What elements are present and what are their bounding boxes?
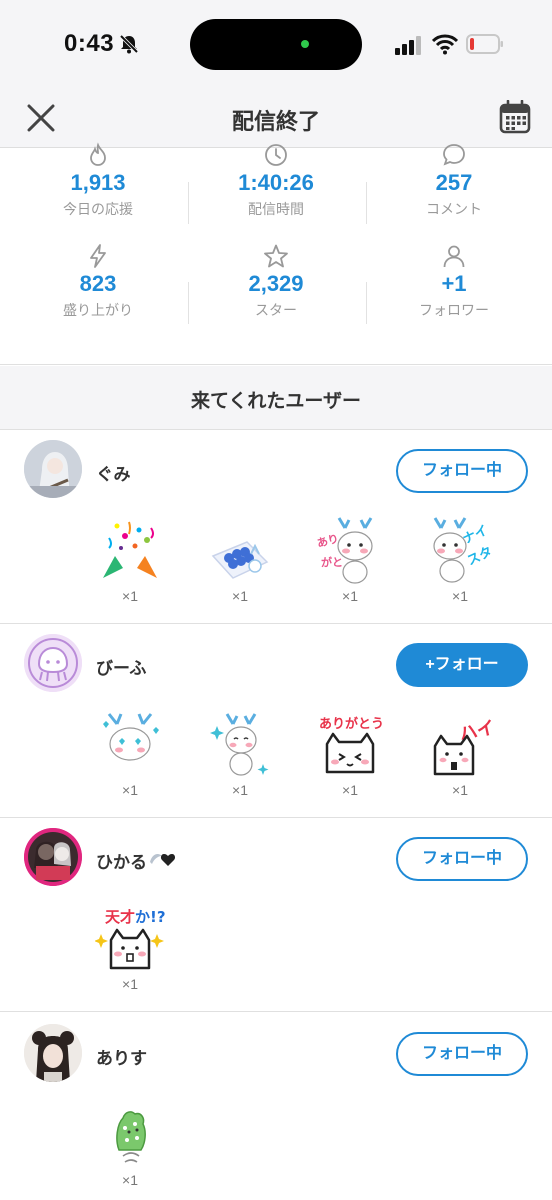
gift-item: ハイ! ×1 [420, 710, 500, 798]
dragon-hearts-sticker [103, 713, 159, 761]
status-bar: 0:43 [0, 0, 552, 90]
user-name: びーふ [96, 659, 147, 678]
svg-text:スタ: スタ [465, 544, 495, 569]
gift-item: ありがとう! ×1 [310, 710, 390, 798]
avatar[interactable] [24, 1024, 82, 1082]
cactus-sticker [116, 1111, 146, 1163]
avatar[interactable] [24, 440, 82, 498]
gift-item: ×1 [200, 710, 280, 798]
lightning-icon [90, 244, 106, 268]
following-button[interactable]: フォロー中 [396, 1032, 528, 1076]
divider [366, 182, 367, 224]
stat-value: 823 [79, 271, 117, 296]
stat-value: +1 [441, 271, 467, 296]
stat-value: 1,913 [70, 170, 126, 195]
user-row: ありす フォロー中 ×1 [0, 1012, 552, 1200]
user-row: ぐみ フォロー中 ×1 ×1 あり がと ×1 ナイ スタ ×1 [0, 430, 552, 624]
cat-thanks-sticker: ありがとう! [319, 716, 385, 774]
follow-button[interactable]: +フォロー [396, 643, 528, 687]
gift-count: ×1 [122, 588, 138, 604]
following-button[interactable]: フォロー中 [396, 837, 528, 881]
dragon-nice-sticker: ナイ スタ [433, 517, 495, 583]
bell-muted-icon [119, 34, 139, 54]
cat-genius-sticker: 天才か!? [95, 908, 165, 970]
stats-panel: 1,913 今日の応援 1:40:26 配信時間 257 コメント 823 盛り… [0, 142, 552, 365]
gift-count: ×1 [122, 1172, 138, 1188]
user-row: びーふ +フォロー ×1 ×1 ありがとう! ×1 ハイ! ×1 [0, 624, 552, 818]
status-time: 0:43 [64, 30, 115, 57]
cat-hai-sticker: ハイ! [433, 716, 495, 776]
nav-bar: 配信終了 [0, 90, 552, 148]
stat-followers: +1 フォロワー [362, 243, 546, 320]
battery-low-icon [466, 34, 503, 54]
divider [188, 282, 189, 324]
gift-item: ×1 [200, 516, 280, 604]
wing-heart-icon [150, 854, 176, 866]
avatar[interactable] [24, 634, 82, 692]
clock-icon [265, 144, 287, 166]
user-name: ひかる [96, 853, 147, 872]
gift-count: ×1 [122, 976, 138, 992]
gift-item: 天才か!? ×1 [90, 904, 170, 992]
calendar-icon[interactable] [499, 100, 531, 134]
comment-icon [443, 144, 465, 166]
svg-text:天才か!?: 天才か!? [105, 908, 165, 926]
user-row: ひかる フォロー中 天才か!? ×1 [0, 818, 552, 1012]
stat-support: 1,913 今日の応援 [6, 142, 190, 219]
user-name: ぐみ [96, 465, 131, 484]
stat-label: スター [255, 302, 297, 318]
avatar[interactable] [24, 828, 82, 886]
wifi-icon [432, 34, 458, 55]
gift-item: あり がと ×1 [310, 516, 390, 604]
section-header: 来てくれたユーザー [0, 366, 552, 430]
flame-icon [90, 142, 106, 166]
stat-label: 今日の応援 [63, 201, 133, 217]
star-icon [264, 244, 288, 268]
stat-label: 盛り上がり [63, 302, 133, 318]
stat-label: 配信時間 [248, 201, 304, 217]
gift-count: ×1 [342, 588, 358, 604]
gift-item: ×1 [90, 516, 170, 604]
stat-duration: 1:40:26 配信時間 [184, 142, 368, 219]
gift-count: ×1 [452, 782, 468, 798]
stat-comments: 257 コメント [362, 142, 546, 219]
svg-text:ありがとう!: ありがとう! [319, 716, 385, 732]
confetti-sticker [103, 521, 157, 578]
dragon-sparkle-sticker [210, 713, 269, 776]
page-title: 配信終了 [231, 109, 320, 134]
gift-count: ×1 [232, 588, 248, 604]
stat-value: 2,329 [248, 271, 304, 296]
divider [188, 182, 189, 224]
camera-indicator-icon [301, 40, 309, 48]
stat-value: 1:40:26 [238, 170, 314, 195]
stat-label: フォロワー [419, 302, 489, 318]
stat-excitement: 823 盛り上がり [6, 243, 190, 320]
gift-count: ×1 [232, 782, 248, 798]
stat-label: コメント [426, 201, 482, 217]
gift-item: ナイ スタ ×1 [420, 516, 500, 604]
stat-stars: 2,329 スター [184, 243, 368, 320]
person-icon [443, 245, 465, 268]
gift-item: ×1 [90, 1100, 170, 1188]
svg-text:あり: あり [316, 532, 341, 550]
gift-count: ×1 [342, 782, 358, 798]
gift-count: ×1 [122, 782, 138, 798]
flower-box-sticker [211, 541, 269, 579]
svg-text:がと: がと [321, 555, 343, 569]
stat-value: 257 [435, 170, 473, 195]
cellular-signal-icon [395, 36, 421, 55]
gift-item: ×1 [90, 710, 170, 798]
dynamic-island [190, 19, 362, 70]
gift-count: ×1 [452, 588, 468, 604]
following-button[interactable]: フォロー中 [396, 449, 528, 493]
user-name: ありす [96, 1049, 147, 1068]
dragon-thanks-sticker: あり がと [316, 517, 373, 584]
svg-text:ナイ: ナイ [461, 523, 491, 548]
divider [366, 282, 367, 324]
